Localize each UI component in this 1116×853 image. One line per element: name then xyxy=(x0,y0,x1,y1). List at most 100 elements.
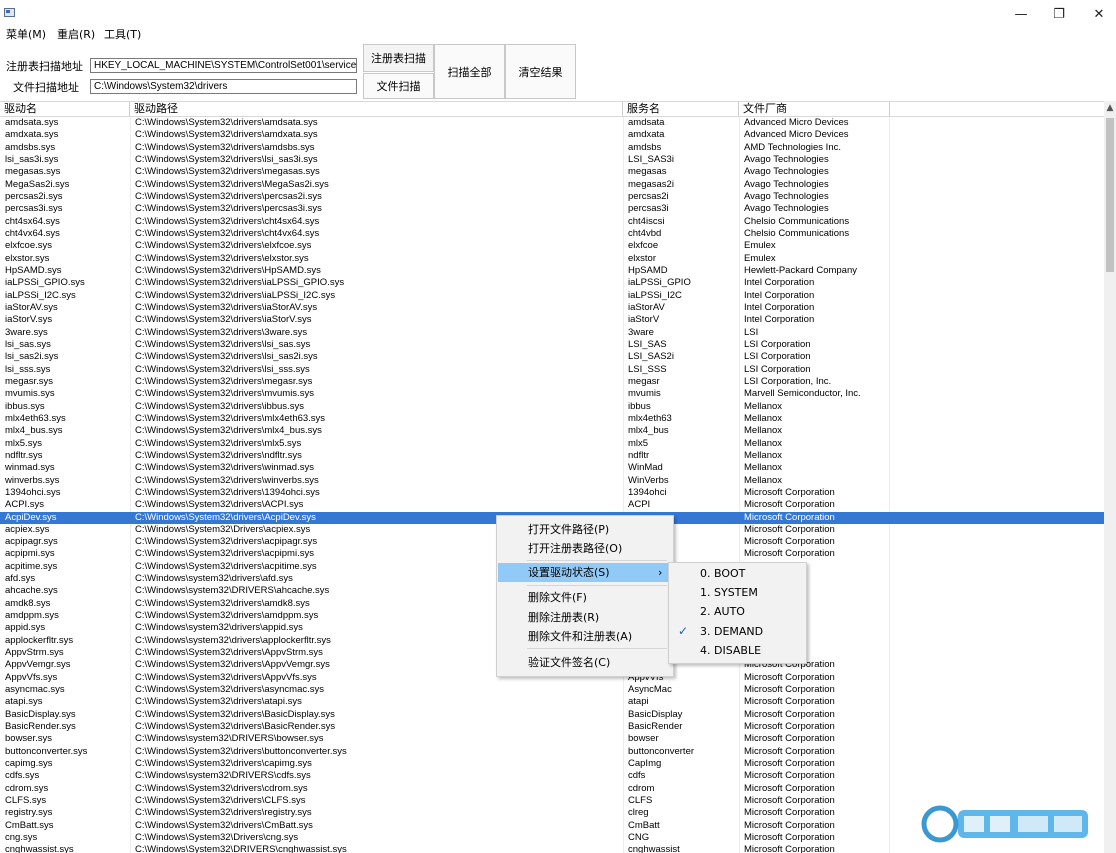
table-row[interactable]: mlx5.sys C:\Windows\System32\drivers\mlx5… xyxy=(0,438,1104,450)
table-row[interactable]: MegaSas2i.sys C:\Windows\System32\drivers… xyxy=(0,179,1104,191)
table-row[interactable]: 1394ohci.sys C:\Windows\System32\drivers\… xyxy=(0,487,1104,499)
cell-driver-name: applockerfltr.sys xyxy=(5,634,74,646)
cell-driver-path: C:\Windows\System32\drivers\winverbs.sys xyxy=(135,474,319,486)
table-row[interactable]: ACPI.sys C:\Windows\System32\drivers\ACPI… xyxy=(0,499,1104,511)
table-row[interactable]: iaLPSSi_GPIO.sys C:\Windows\System32\driv… xyxy=(0,277,1104,289)
table-row[interactable]: mvumis.sys C:\Windows\System32\drivers\mv… xyxy=(0,388,1104,400)
column-header-service-name[interactable]: 服务名 xyxy=(623,102,739,116)
column-header-vendor[interactable]: 文件厂商 xyxy=(739,102,890,116)
table-row[interactable]: lsi_sas2i.sys C:\Windows\System32\drivers… xyxy=(0,351,1104,363)
cell-service-name: atapi xyxy=(628,696,649,708)
scan-all-button[interactable]: 扫描全部 xyxy=(434,44,505,99)
close-button[interactable]: ✕ xyxy=(1076,0,1116,30)
table-row[interactable]: lsi_sas3i.sys C:\Windows\System32\drivers… xyxy=(0,154,1104,166)
table-row[interactable]: HpSAMD.sys C:\Windows\System32\drivers\Hp… xyxy=(0,265,1104,277)
table-row[interactable]: cnghwassist.sys C:\Windows\System32\DRIVE… xyxy=(0,844,1104,853)
registry-scan-button[interactable]: 注册表扫描 xyxy=(363,44,434,72)
column-header-driver-name[interactable]: 驱动名 xyxy=(0,102,130,116)
cell-driver-path: C:\Windows\System32\drivers\capimg.sys xyxy=(135,758,312,770)
submenu-auto[interactable]: 2. AUTO xyxy=(670,602,805,621)
menu-open-registry-path[interactable]: 打开注册表路径(O) xyxy=(498,539,672,558)
table-row[interactable]: atapi.sys C:\Windows\System32\drivers\ata… xyxy=(0,696,1104,708)
cell-service-name: ibbus xyxy=(628,400,651,412)
registry-path-input[interactable]: HKEY_LOCAL_MACHINE\SYSTEM\ControlSet001\… xyxy=(90,58,357,73)
cell-service-name: ACPI xyxy=(628,499,651,511)
cell-vendor: Microsoft Corporation xyxy=(744,548,835,560)
table-row[interactable]: asyncmac.sys C:\Windows\System32\drivers\… xyxy=(0,684,1104,696)
scroll-thumb[interactable] xyxy=(1106,118,1114,272)
cell-driver-name: afd.sys xyxy=(5,573,36,585)
table-row[interactable]: amdsata.sys C:\Windows\System32\drivers\a… xyxy=(0,117,1104,129)
cell-service-name: LSI_SAS xyxy=(628,338,667,350)
cell-vendor: Microsoft Corporation xyxy=(744,708,835,720)
submenu-disable[interactable]: 4. DISABLE xyxy=(670,641,805,660)
file-scan-button[interactable]: 文件扫描 xyxy=(363,73,434,99)
table-row[interactable]: lsi_sss.sys C:\Windows\System32\drivers\l… xyxy=(0,364,1104,376)
cell-driver-path: C:\Windows\System32\Drivers\cng.sys xyxy=(135,832,299,844)
menu-item-restart[interactable]: 重启(R) xyxy=(57,26,95,42)
table-row[interactable]: winmad.sys C:\Windows\System32\drivers\wi… xyxy=(0,462,1104,474)
table-row[interactable]: buttonconverter.sys C:\Windows\System32\d… xyxy=(0,746,1104,758)
cell-driver-path: C:\Windows\System32\drivers\cdrom.sys xyxy=(135,782,308,794)
submenu-boot[interactable]: 0. BOOT xyxy=(670,564,805,583)
table-row[interactable]: cdrom.sys C:\Windows\System32\drivers\cdr… xyxy=(0,783,1104,795)
cell-service-name: mlx4eth63 xyxy=(628,412,672,424)
table-row[interactable]: cht4sx64.sys C:\Windows\System32\drivers\… xyxy=(0,216,1104,228)
scroll-up-arrow-icon[interactable]: ▲ xyxy=(1104,101,1116,115)
submenu-system[interactable]: 1. SYSTEM xyxy=(670,583,805,602)
cell-service-name: mvumis xyxy=(628,388,661,400)
cell-driver-path: C:\Windows\System32\drivers\MegaSas2i.sy… xyxy=(135,178,329,190)
table-row[interactable]: amdxata.sys C:\Windows\System32\drivers\a… xyxy=(0,129,1104,141)
menu-open-file-path[interactable]: 打开文件路径(P) xyxy=(498,520,672,539)
clear-results-button[interactable]: 清空结果 xyxy=(505,44,576,99)
table-row[interactable]: ndfltr.sys C:\Windows\System32\drivers\nd… xyxy=(0,450,1104,462)
check-icon: ✓ xyxy=(678,624,689,638)
menu-delete-file[interactable]: 删除文件(F) xyxy=(498,588,672,607)
driver-list[interactable]: amdsata.sys C:\Windows\System32\drivers\a… xyxy=(0,117,1104,853)
menu-delete-registry[interactable]: 删除注册表(R) xyxy=(498,608,672,627)
file-path-input[interactable]: C:\Windows\System32\drivers xyxy=(90,79,357,94)
table-row[interactable]: iaStorAV.sys C:\Windows\System32\drivers\… xyxy=(0,302,1104,314)
table-row[interactable]: capimg.sys C:\Windows\System32\drivers\ca… xyxy=(0,758,1104,770)
table-row[interactable]: mlx4_bus.sys C:\Windows\System32\drivers\… xyxy=(0,425,1104,437)
cell-driver-path: C:\Windows\System32\drivers\ibbus.sys xyxy=(135,400,304,412)
column-header-driver-path[interactable]: 驱动路径 xyxy=(130,102,623,116)
cell-driver-name: acpitime.sys xyxy=(5,560,58,572)
cell-driver-name: HpSAMD.sys xyxy=(5,264,62,276)
table-row[interactable]: mlx4eth63.sys C:\Windows\System32\drivers… xyxy=(0,413,1104,425)
menu-item-menu[interactable]: 菜单(M) xyxy=(6,26,46,42)
menu-delete-file-and-registry[interactable]: 删除文件和注册表(A) xyxy=(498,627,672,646)
watermark-logo xyxy=(921,805,1088,843)
submenu-arrow-icon: › xyxy=(658,566,663,579)
submenu-demand[interactable]: ✓ 3. DEMAND xyxy=(670,622,805,641)
table-row[interactable]: iaLPSSi_I2C.sys C:\Windows\System32\drive… xyxy=(0,290,1104,302)
cell-vendor: LSI Corporation xyxy=(744,351,811,363)
table-row[interactable]: bowser.sys C:\Windows\system32\DRIVERS\bo… xyxy=(0,733,1104,745)
table-row[interactable]: percsas2i.sys C:\Windows\System32\drivers… xyxy=(0,191,1104,203)
cell-driver-name: winmad.sys xyxy=(5,462,55,474)
cell-driver-name: acpipmi.sys xyxy=(5,548,55,560)
menu-set-driver-status[interactable]: 设置驱动状态(S) › xyxy=(498,563,672,582)
table-row[interactable]: megasas.sys C:\Windows\System32\drivers\m… xyxy=(0,166,1104,178)
cell-driver-name: acpipagr.sys xyxy=(5,536,58,548)
table-row[interactable]: lsi_sas.sys C:\Windows\System32\drivers\l… xyxy=(0,339,1104,351)
cell-driver-name: cnghwassist.sys xyxy=(5,844,74,853)
table-row[interactable]: winverbs.sys C:\Windows\System32\drivers\… xyxy=(0,475,1104,487)
table-row[interactable]: elxstor.sys C:\Windows\System32\drivers\e… xyxy=(0,253,1104,265)
menu-verify-signature[interactable]: 验证文件签名(C) xyxy=(498,653,672,672)
table-row[interactable]: megasr.sys C:\Windows\System32\drivers\me… xyxy=(0,376,1104,388)
table-row[interactable]: ibbus.sys C:\Windows\System32\drivers\ibb… xyxy=(0,401,1104,413)
table-row[interactable]: elxfcoe.sys C:\Windows\System32\drivers\e… xyxy=(0,240,1104,252)
table-row[interactable]: percsas3i.sys C:\Windows\System32\drivers… xyxy=(0,203,1104,215)
table-row[interactable]: BasicRender.sys C:\Windows\System32\drive… xyxy=(0,721,1104,733)
cell-driver-path: C:\Windows\System32\drivers\CmBatt.sys xyxy=(135,819,313,831)
vertical-scrollbar[interactable]: ▲ xyxy=(1104,101,1116,853)
table-row[interactable]: iaStorV.sys C:\Windows\System32\drivers\i… xyxy=(0,314,1104,326)
table-row[interactable]: amdsbs.sys C:\Windows\System32\drivers\am… xyxy=(0,142,1104,154)
table-row[interactable]: cdfs.sys C:\Windows\system32\DRIVERS\cdfs… xyxy=(0,770,1104,782)
table-row[interactable]: cht4vx64.sys C:\Windows\System32\drivers\… xyxy=(0,228,1104,240)
menu-item-tools[interactable]: 工具(T) xyxy=(104,26,141,42)
table-row[interactable]: 3ware.sys C:\Windows\System32\drivers\3wa… xyxy=(0,327,1104,339)
cell-vendor: Microsoft Corporation xyxy=(744,832,835,844)
table-row[interactable]: BasicDisplay.sys C:\Windows\System32\driv… xyxy=(0,709,1104,721)
